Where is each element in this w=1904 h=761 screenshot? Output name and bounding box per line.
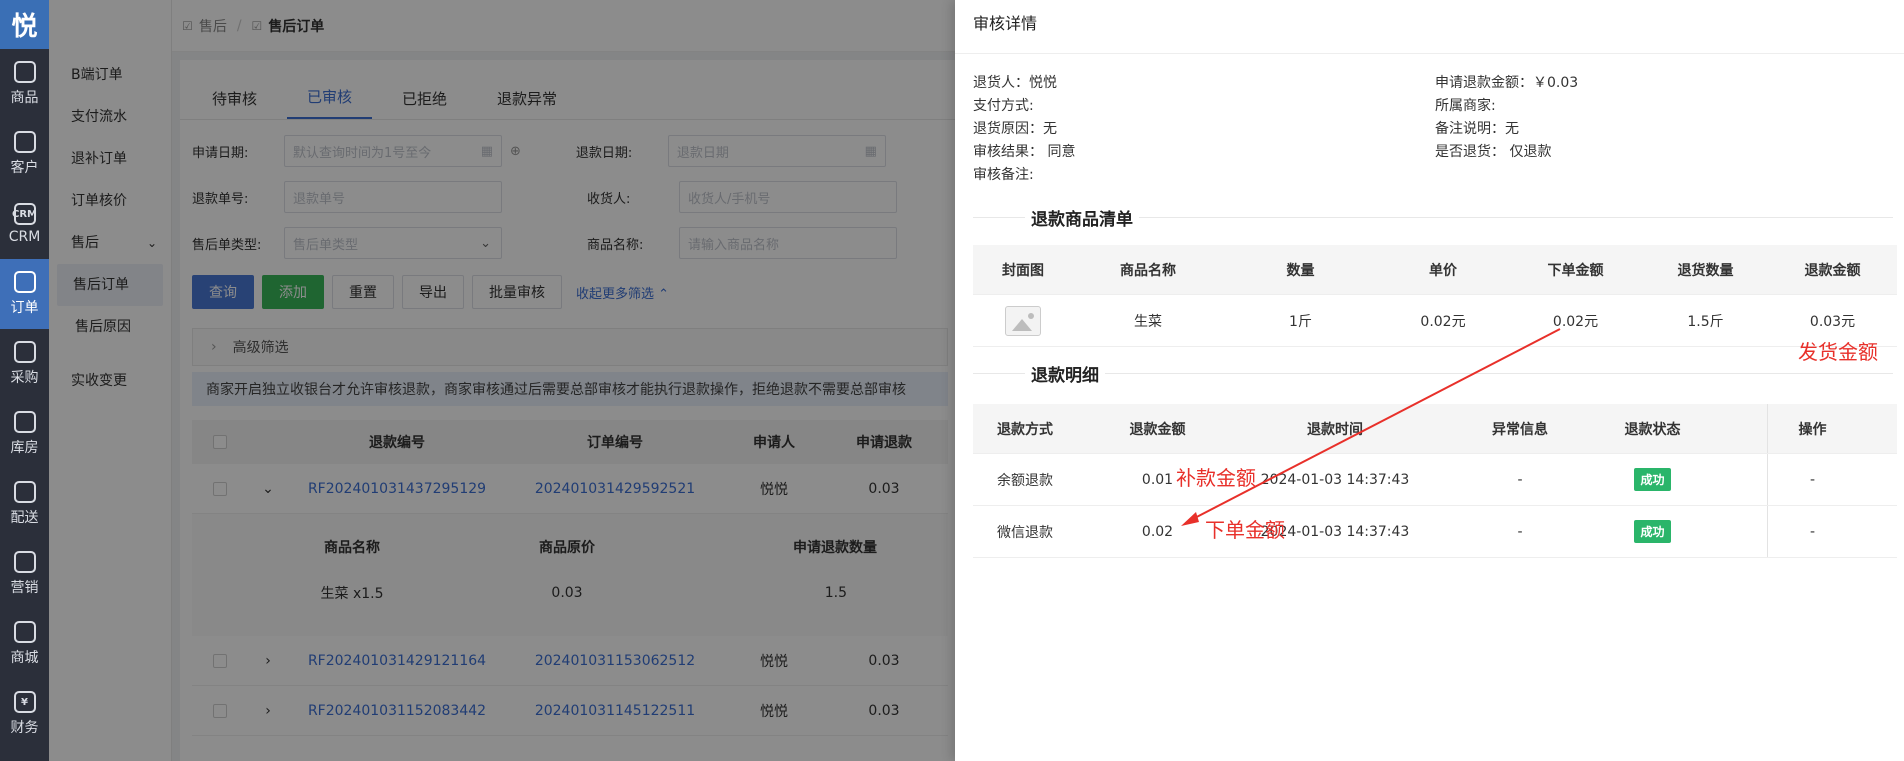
rail-item-label: 营销: [10, 580, 39, 596]
rail-item-4[interactable]: 采购: [0, 329, 49, 399]
app-logo[interactable]: 悦: [0, 0, 49, 49]
rail-item-label: 客户: [10, 160, 39, 176]
modal-overlay[interactable]: [49, 0, 955, 761]
home-icon: [13, 621, 36, 643]
review-detail-drawer: 审核详情 退货人：悦悦 支付方式: 退货原因：无 审核结果： 同意 审核备注: …: [955, 0, 1904, 761]
bag-icon: [13, 61, 36, 83]
rail-item-label: 财务: [10, 720, 39, 736]
rail-item-label: 商品: [10, 90, 39, 106]
rail-item-3[interactable]: 订单: [0, 259, 49, 329]
rail-item-label: 商城: [10, 650, 39, 666]
rail-item-9[interactable]: ¥ 财务: [0, 679, 49, 749]
clipboard-icon: [13, 341, 36, 363]
rail-item-0[interactable]: 商品: [0, 49, 49, 119]
rail-item-6[interactable]: 配送: [0, 469, 49, 539]
yen-icon: ¥: [13, 691, 36, 713]
rail-item-label: CRM: [8, 229, 41, 245]
annotation-arrow: [1181, 328, 1561, 526]
rail-item-label: 订单: [10, 300, 39, 316]
rail-item-7[interactable]: 营销: [0, 539, 49, 609]
truck-icon: [13, 481, 36, 503]
rail-item-1[interactable]: 客户: [0, 119, 49, 189]
icon-rail: 悦 商品客户 CRM CRM 订单采购库房配送营销商城 ¥ 财务: [0, 0, 49, 761]
rail-item-label: 库房: [10, 440, 39, 456]
rail-item-label: 采购: [10, 370, 39, 386]
rail-item-2[interactable]: CRM CRM: [0, 189, 49, 259]
user-icon: [13, 131, 36, 153]
rail-item-5[interactable]: 库房: [0, 399, 49, 469]
rail-item-8[interactable]: 商城: [0, 609, 49, 679]
order-icon: [13, 271, 36, 293]
gift-icon: [13, 551, 36, 573]
warehouse-icon: [13, 411, 36, 433]
rail-item-label: 配送: [10, 510, 39, 526]
crm-icon: CRM: [12, 203, 37, 225]
